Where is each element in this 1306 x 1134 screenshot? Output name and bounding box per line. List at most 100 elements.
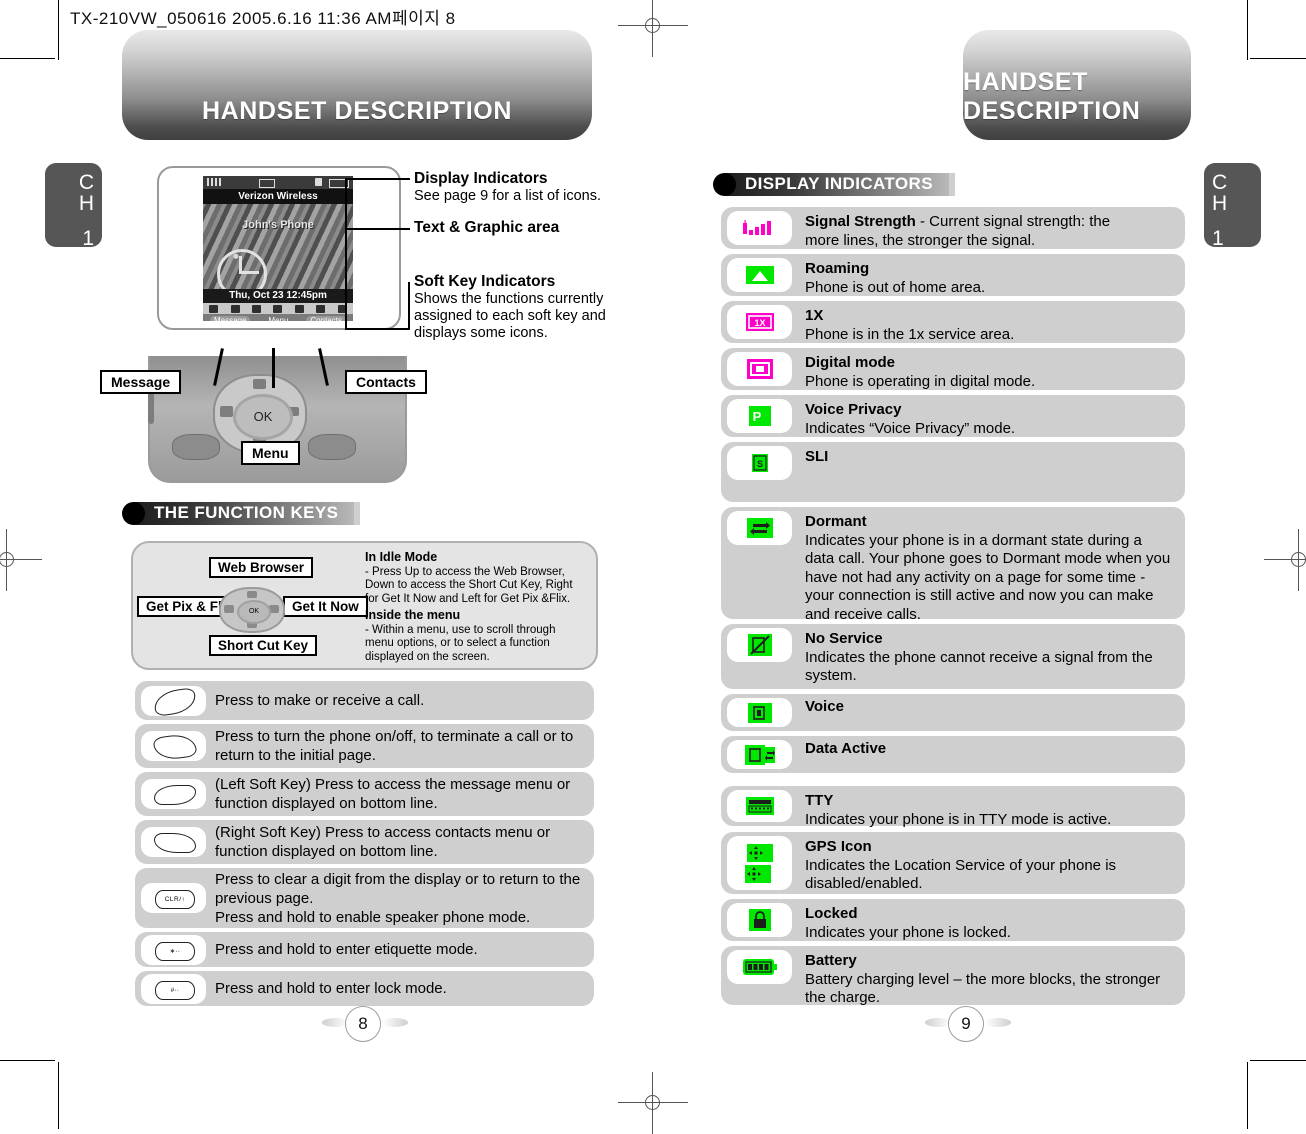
fk-nav-left-icon xyxy=(224,605,234,613)
left-soft-key-icon xyxy=(141,779,206,809)
indicator-body-1x: Phone is in the 1x service area. xyxy=(805,325,1015,343)
indicator-icon-box xyxy=(727,258,792,292)
indicator-row-locked: Locked Indicates your phone is locked. xyxy=(721,899,1185,941)
function-keys-heading-text: THE FUNCTION KEYS xyxy=(154,503,339,522)
lcd-menu-icon-1 xyxy=(209,304,219,313)
no-service-icon xyxy=(747,634,772,656)
lcd-1x-icon xyxy=(259,179,275,188)
display-indicators-heading-tail xyxy=(948,172,955,196)
indicator-title-voice: Voice xyxy=(805,698,844,715)
chapter-tab-right-ch: CH xyxy=(1212,171,1228,215)
callout-contacts: Contacts xyxy=(345,370,427,394)
indicator-body-voice-privacy: Indicates “Voice Privacy” mode. xyxy=(805,419,1016,437)
annotation-soft-key-body: Shows the functions currently assigned t… xyxy=(414,291,606,341)
indicator-text: TTY Indicates your phone is in TTY mode … xyxy=(805,786,1121,829)
nav-left-icon xyxy=(220,406,233,417)
annotation-display-indicators-title: Display Indicators xyxy=(414,170,548,187)
indicator-text: Battery Battery charging level – the mor… xyxy=(805,946,1185,1008)
indicator-icon-box: P xyxy=(727,399,792,433)
send-key-icon xyxy=(141,685,206,717)
indicator-body-signal-strength: more lines, the stronger the signal. xyxy=(805,231,1036,249)
indicator-icon-box xyxy=(727,628,792,662)
callout-arrow-menu xyxy=(272,348,275,388)
indicator-text: Voice Privacy Indicates “Voice Privacy” … xyxy=(805,395,1025,438)
indicator-title-locked: Locked xyxy=(805,905,858,922)
key-row-end-power-text: Press to turn the phone on/off, to termi… xyxy=(215,728,574,764)
lcd-carrier-text: Verizon Wireless xyxy=(203,189,353,204)
lcd-signal-icon xyxy=(207,178,223,186)
lcd-soft-right: Contacts xyxy=(306,315,346,321)
indicator-body-locked: Indicates your phone is locked. xyxy=(805,923,1011,941)
fk-inside-menu-body: - Within a menu, use to scroll through m… xyxy=(365,623,556,663)
end-power-key-icon xyxy=(141,731,206,762)
pound-key-glyph-label: #∙∙ xyxy=(155,980,195,1000)
indicator-text: Signal Strength - Current signal strengt… xyxy=(805,207,1120,250)
indicator-icon-box xyxy=(727,352,792,386)
indicator-text: SLI xyxy=(805,442,838,467)
lcd-soft-mid: Menu xyxy=(268,315,289,322)
voice-privacy-icon: P xyxy=(748,406,771,426)
left-banner-title: HANDSET DESCRIPTION xyxy=(201,97,513,125)
indicator-body-roaming: Phone is out of home area. xyxy=(805,278,986,296)
annotation-display-indicators: Display Indicators See page 9 for a list… xyxy=(414,170,644,205)
lcd-soft-left: Message xyxy=(209,315,251,321)
fk-idle-mode-block: In Idle Mode - Press Up to access the We… xyxy=(365,550,589,606)
indicator-title-data-active: Data Active xyxy=(805,740,887,757)
lcd-wallpaper: Verizon Wireless John's Phone xyxy=(203,189,353,299)
lcd-menu-icon-6 xyxy=(316,304,326,313)
lcd-lock-icon xyxy=(315,178,322,186)
display-indicators-heading-text: DISPLAY INDICATORS xyxy=(745,174,933,193)
indicator-title-gps: GPS Icon xyxy=(805,838,872,855)
indicator-icon-box xyxy=(727,211,792,245)
leader-line-display-indicators xyxy=(345,178,410,180)
indicator-icon-box xyxy=(727,836,792,890)
annotation-text-graphic: Text & Graphic area xyxy=(414,219,644,237)
leader-line-softkey-h xyxy=(345,328,410,330)
annotation-text-graphic-title: Text & Graphic area xyxy=(414,219,560,236)
indicator-text: Digital mode Phone is operating in digit… xyxy=(805,348,1045,391)
lcd-date-time: Thu, Oct 23 12:45pm xyxy=(203,289,353,303)
indicator-icon-box: 1X xyxy=(727,305,792,339)
indicator-row-data-active: Data Active xyxy=(721,736,1185,773)
left-page: HANDSET DESCRIPTION CH 1 Verizon Wireles… xyxy=(0,0,653,1129)
indicator-title-tty: TTY xyxy=(805,792,834,809)
indicator-icon-box xyxy=(727,903,792,937)
chapter-tab-left-number: 1 xyxy=(82,227,94,250)
page-number-wing-right-9 xyxy=(985,1018,1011,1027)
signal-strength-icon xyxy=(742,219,771,235)
function-keys-heading-dot xyxy=(122,501,145,525)
end-key[interactable] xyxy=(308,434,356,460)
data-active-icon xyxy=(744,744,775,765)
page-number-left: 8 xyxy=(345,1006,381,1042)
key-row-star: ∗∙∙ Press and hold to enter etiquette mo… xyxy=(135,932,594,967)
indicator-icon-box xyxy=(727,950,792,984)
display-indicators-heading-dot xyxy=(713,172,736,196)
indicator-row-dormant: Dormant Indicates your phone is in a dor… xyxy=(721,507,1185,623)
indicator-row-sli: S SLI xyxy=(721,442,1185,502)
lcd-menu-icon-5 xyxy=(294,304,304,313)
send-key[interactable] xyxy=(172,434,220,460)
leader-line-text-graphic xyxy=(345,228,410,230)
fk-idle-mode-title: In Idle Mode xyxy=(365,550,438,564)
chapter-tab-right: CH 1 xyxy=(1204,163,1261,249)
svg-text:P: P xyxy=(752,409,761,424)
key-row-pound: #∙∙ Press and hold to enter lock mode. xyxy=(135,971,594,1006)
indicator-row-tty: TTY Indicates your phone is in TTY mode … xyxy=(721,786,1185,829)
callout-menu: Menu xyxy=(241,441,300,465)
annotation-soft-key: Soft Key Indicators Shows the functions … xyxy=(414,273,629,342)
phone-illustration: Verizon Wireless John's Phone Thu, Oct 2… xyxy=(148,166,417,486)
indicator-icon-box xyxy=(727,790,792,822)
indicator-text: Dormant Indicates your phone is in a dor… xyxy=(805,507,1185,624)
indicator-body-tty: Indicates your phone is in TTY mode is a… xyxy=(805,810,1112,828)
indicator-icon-box xyxy=(727,740,792,769)
indicator-row-digital-mode: Digital mode Phone is operating in digit… xyxy=(721,348,1185,390)
ok-button[interactable]: OK xyxy=(233,394,293,440)
indicator-body-dormant: Indicates your phone is in a dormant sta… xyxy=(805,531,1171,623)
svg-text:1X: 1X xyxy=(754,318,765,328)
indicator-text: GPS Icon Indicates the Location Service … xyxy=(805,832,1185,894)
indicator-icon-box xyxy=(727,698,792,727)
indicator-body-no-service: Indicates the phone cannot receive a sig… xyxy=(805,648,1153,685)
leader-line-screen-box-top xyxy=(345,178,347,330)
annotation-soft-key-title: Soft Key Indicators xyxy=(414,273,556,290)
key-row-clear-text: Press to clear a digit from the display … xyxy=(215,870,581,926)
